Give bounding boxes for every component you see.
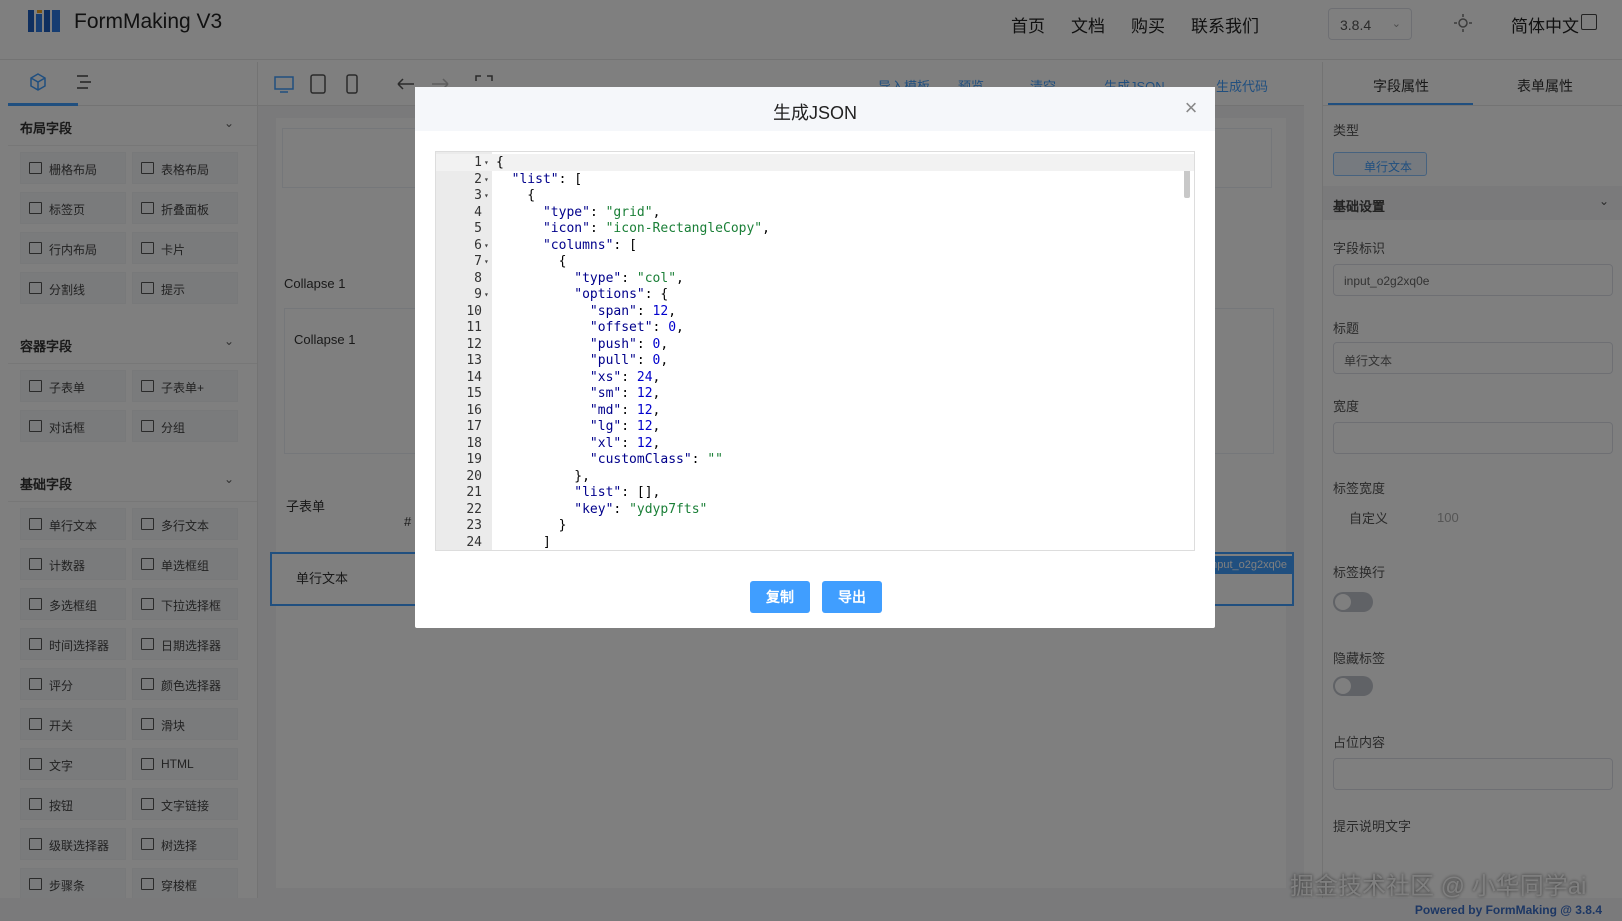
- line-number: 5: [474, 221, 482, 236]
- code-line: 7 ▾ {: [436, 253, 1194, 270]
- line-number: 3: [474, 188, 482, 203]
- fold-arrow-icon[interactable]: ▾: [484, 237, 489, 254]
- line-number: 8: [474, 270, 482, 286]
- code-text: "md": 12,: [589, 402, 661, 418]
- line-number: 6: [474, 237, 482, 253]
- fold-arrow-icon[interactable]: ▾: [484, 286, 489, 303]
- code-line: 20 },: [436, 468, 1194, 485]
- code-text: },: [496, 468, 590, 484]
- code-line: 22 "key": "ydyp7fts": [436, 501, 1194, 518]
- code-line: 1 ▾ {: [436, 154, 1194, 171]
- line-number: 2: [474, 171, 482, 187]
- line-number: 14: [466, 369, 482, 385]
- line-number: 15: [466, 386, 482, 401]
- code-line: 6 ▾ "columns": [: [436, 237, 1194, 254]
- code-text: "customClass": "": [589, 452, 723, 467]
- code-text: "icon": "icon-RectangleCopy",: [542, 221, 770, 236]
- code-line: 9 ▾ "options": {: [436, 286, 1194, 303]
- code-text: "columns": [: [542, 237, 637, 253]
- code-text: "xs": 24,: [589, 369, 661, 385]
- code-line: 3 ▾ {: [436, 187, 1194, 204]
- line-number: 9: [474, 287, 482, 302]
- line-number: 17: [466, 419, 482, 434]
- export-button[interactable]: 导出: [822, 581, 882, 613]
- line-number: 11: [466, 320, 482, 335]
- code-text: }: [496, 518, 567, 533]
- code-text: "offset": 0,: [589, 320, 684, 335]
- code-text: "pull": 0,: [589, 353, 669, 368]
- line-number: 18: [466, 435, 482, 451]
- code-line: 11 "offset": 0,: [436, 319, 1194, 336]
- code-text: "type": "col",: [574, 270, 684, 286]
- code-text: "list": [: [511, 171, 583, 187]
- code-text: {: [496, 155, 504, 170]
- code-line: 5 "icon": "icon-RectangleCopy",: [436, 220, 1194, 237]
- line-number: 7: [474, 254, 482, 269]
- json-code-editor[interactable]: 1 ▾{2 ▾ "list": [3 ▾ {4 "type": "grid", 5 "i…: [435, 151, 1195, 551]
- code-line: 14 "xs": 24,: [436, 369, 1194, 386]
- dialog-header: 生成JSON ×: [415, 87, 1215, 131]
- code-text: {: [496, 188, 536, 203]
- code-text: ]: [496, 534, 551, 550]
- copy-button[interactable]: 复制: [750, 581, 810, 613]
- line-number: 24: [466, 534, 482, 550]
- code-text: "xl": 12,: [589, 435, 661, 451]
- code-line: 16 "md": 12,: [436, 402, 1194, 419]
- fold-arrow-icon[interactable]: ▾: [484, 187, 489, 204]
- code-line: 23 }: [436, 517, 1194, 534]
- code-text: "sm": 12,: [589, 386, 661, 401]
- line-number: 22: [466, 501, 482, 517]
- code-line: 12 "push": 0,: [436, 336, 1194, 353]
- line-number: 21: [466, 485, 482, 500]
- code-line: 10 "span": 12,: [436, 303, 1194, 320]
- code-text: "lg": 12,: [589, 419, 661, 434]
- code-line: 18 "xl": 12,: [436, 435, 1194, 452]
- line-number: 13: [466, 353, 482, 368]
- code-text: {: [496, 254, 567, 269]
- dialog-title: 生成JSON: [772, 103, 857, 123]
- line-number: 10: [466, 303, 482, 319]
- code-line: 15 "sm": 12,: [436, 385, 1194, 402]
- line-number: 1: [474, 155, 482, 170]
- code-line: 4 "type": "grid",: [436, 204, 1194, 221]
- code-line: 21 "list": [],: [436, 484, 1194, 501]
- code-line: 8 "type": "col",: [436, 270, 1194, 287]
- code-line: 17 "lg": 12,: [436, 418, 1194, 435]
- code-text: "push": 0,: [589, 336, 669, 352]
- code-text: "key": "ydyp7fts": [574, 501, 708, 517]
- code-line: 19 "customClass": "": [436, 451, 1194, 468]
- line-number: 20: [466, 468, 482, 484]
- code-text: "span": 12,: [589, 303, 677, 319]
- fold-arrow-icon[interactable]: ▾: [484, 154, 489, 171]
- code-line: 13 "pull": 0,: [436, 352, 1194, 369]
- code-text: "type": "grid",: [542, 204, 661, 220]
- code-line: 2 ▾ "list": [: [436, 171, 1194, 188]
- code-text: "list": [],: [574, 485, 661, 500]
- line-number: 23: [466, 518, 482, 533]
- close-icon[interactable]: ×: [1179, 97, 1203, 121]
- code-line: 24 ]: [436, 534, 1194, 551]
- fold-arrow-icon[interactable]: ▾: [484, 253, 489, 270]
- code-text: "options": {: [574, 287, 669, 302]
- line-number: 12: [466, 336, 482, 352]
- fold-arrow-icon[interactable]: ▾: [484, 171, 489, 188]
- generate-json-dialog: 生成JSON × 1 ▾{2 ▾ "list": [3 ▾ {4 "type": "g…: [415, 87, 1215, 628]
- app-root: FormMaking V3 首页 文档 购买 联系我们 3.8.4 ⌄ 简体中文: [0, 0, 1622, 921]
- line-number: 19: [466, 452, 482, 467]
- line-number: 4: [474, 204, 482, 220]
- line-number: 16: [466, 402, 482, 418]
